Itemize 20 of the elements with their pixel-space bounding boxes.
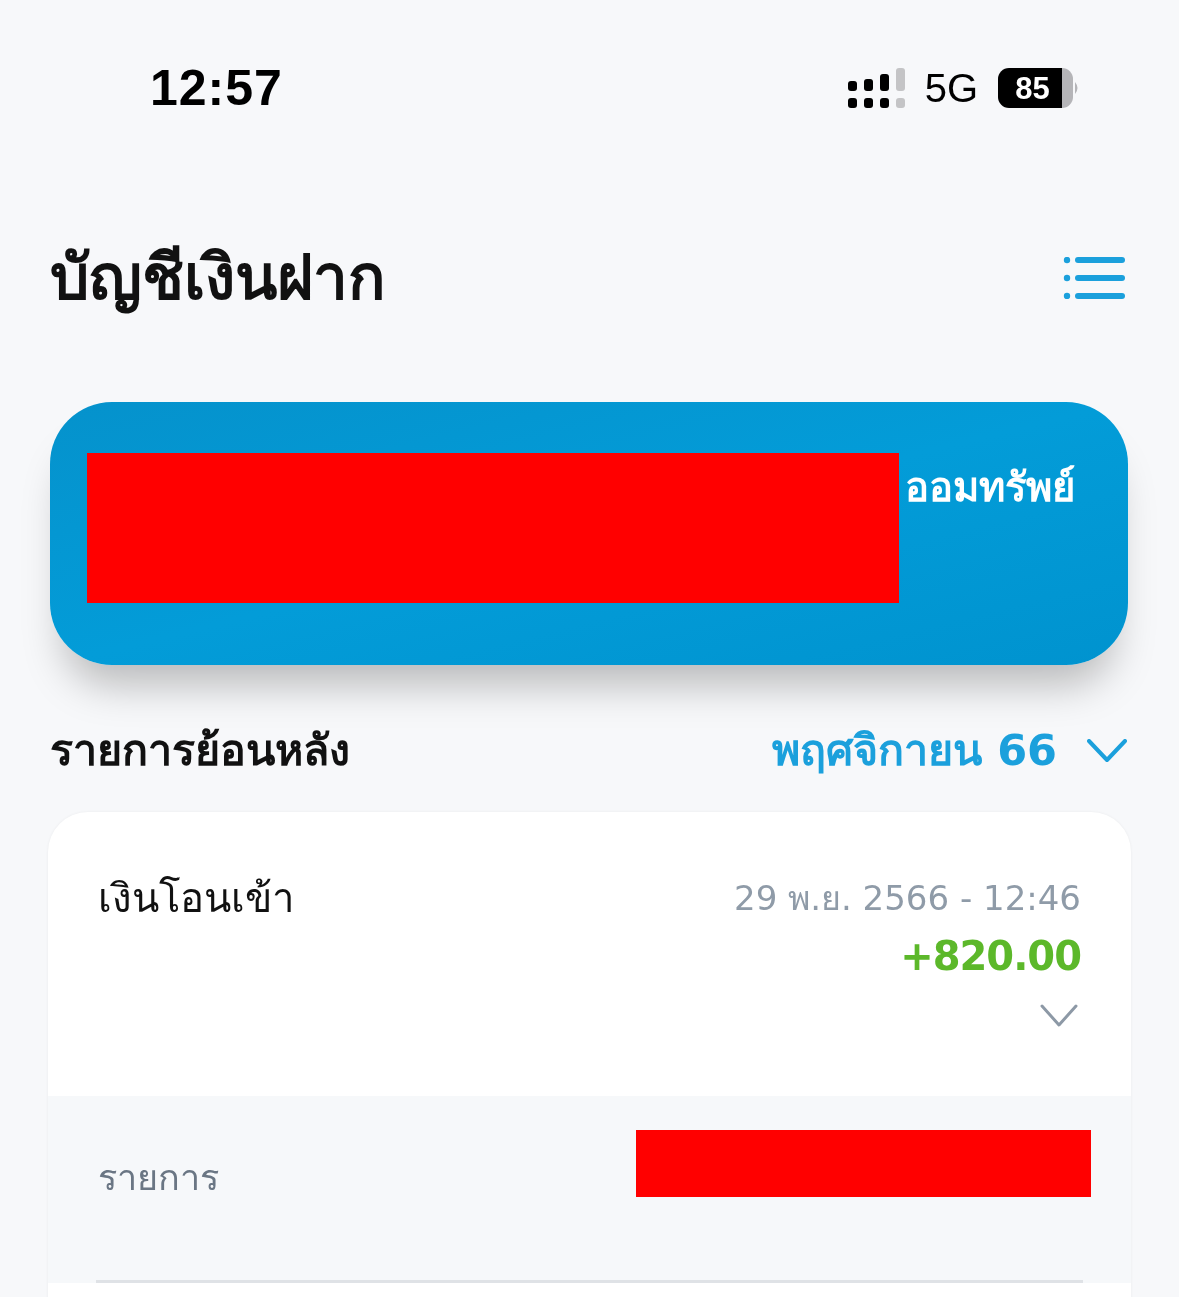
menu-button[interactable]	[1063, 257, 1125, 299]
chevron-down-icon	[1087, 739, 1127, 763]
detail-label: รายการ	[98, 1156, 219, 1200]
account-type: ออมทรัพย์	[905, 463, 1075, 512]
transaction-datetime: 29 พ.ย. 2566 - 12:46	[734, 878, 1081, 919]
account-card[interactable]: ออมทรัพย์	[50, 402, 1128, 665]
network-type: 5G	[924, 68, 978, 108]
page-title: บัญชีเงินฝาก	[50, 240, 386, 317]
section-title: รายการย้อนหลัง	[50, 725, 350, 777]
status-time: 12:57	[150, 63, 283, 113]
battery-tip-icon	[1075, 82, 1080, 94]
transaction-card[interactable]: เงินโอนเข้า 29 พ.ย. 2566 - 12:46 +820.00 รายการ	[48, 812, 1131, 1297]
expand-toggle[interactable]	[1040, 1002, 1078, 1029]
chevron-down-icon	[1040, 1003, 1078, 1028]
transaction-amount: +820.00	[900, 932, 1081, 979]
battery-indicator: 85	[998, 68, 1073, 108]
transaction-title: เงินโอนเข้า	[98, 874, 294, 923]
menu-icon	[1063, 257, 1125, 299]
cellular-signal-icon	[847, 68, 906, 108]
month-selector[interactable]: พฤศจิกายน 66	[772, 725, 1127, 777]
